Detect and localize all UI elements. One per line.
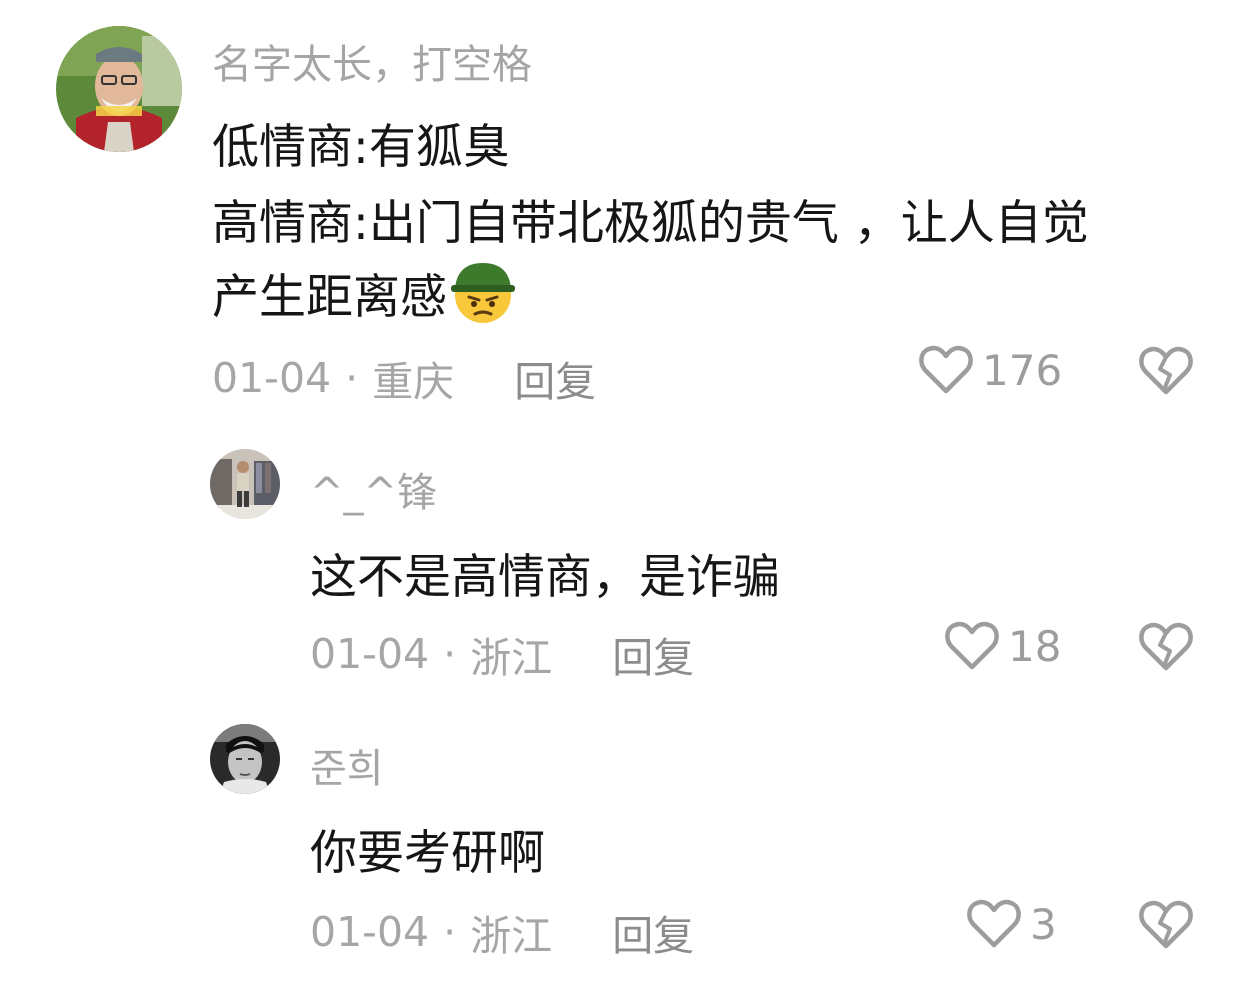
dislike-button[interactable] [1138,621,1194,673]
reply-button[interactable]: 回复 [612,902,694,962]
broken-heart-icon [1138,345,1194,397]
comment-location: 浙江 [470,912,553,960]
meta-separator: · [443,908,457,956]
meta-separator: · [345,354,359,402]
avatar[interactable] [210,449,280,519]
comment-text-line: 低情商:有狐臭 [212,120,510,175]
comment-meta: 01-04 · 浙江 回复 [310,624,694,684]
comment-location: 浙江 [470,634,553,682]
broken-heart-icon [1138,621,1194,673]
heart-outline-icon [966,898,1022,950]
reply-button[interactable]: 回复 [612,624,694,684]
dislike-button[interactable] [1138,345,1194,397]
heart-outline-icon [944,620,1000,672]
heart-outline-icon [918,344,974,396]
dislike-button[interactable] [1138,899,1194,951]
like-count: 18 [1008,621,1062,671]
like-button[interactable]: 18 [944,620,1061,672]
like-count: 3 [1030,899,1057,949]
helmet-thinking-face-emoji [449,259,517,337]
comment-text-fragment: 产生距离感 [212,270,447,325]
username[interactable]: ^_^锋 [310,460,437,518]
comment-location: 重庆 [372,358,455,406]
username[interactable]: 名字太长，打空格 [212,32,532,90]
comment-date: 01-04 [310,630,430,678]
like-button[interactable]: 3 [966,898,1057,950]
comment-text-line: 产生距离感 [212,258,517,337]
comment-meta: 01-04 · 重庆 回复 [212,348,596,408]
broken-heart-icon [1138,899,1194,951]
like-count: 176 [982,345,1063,395]
avatar[interactable] [210,724,280,794]
reply-button[interactable]: 回复 [514,348,596,408]
comment-date: 01-04 [310,908,430,956]
comment-text-line: 高情商:出门自带北极狐的贵气 ，让人自觉 [212,196,1089,251]
comment-meta: 01-04 · 浙江 回复 [310,902,694,962]
comment-date: 01-04 [212,354,332,402]
avatar[interactable] [56,26,182,152]
username[interactable]: 준희 [310,736,384,794]
like-button[interactable]: 176 [918,344,1062,396]
meta-separator: · [443,630,457,678]
comment-text-line: 这不是高情商，是诈骗 [310,550,780,605]
comment-text-line: 你要考研啊 [310,826,545,881]
